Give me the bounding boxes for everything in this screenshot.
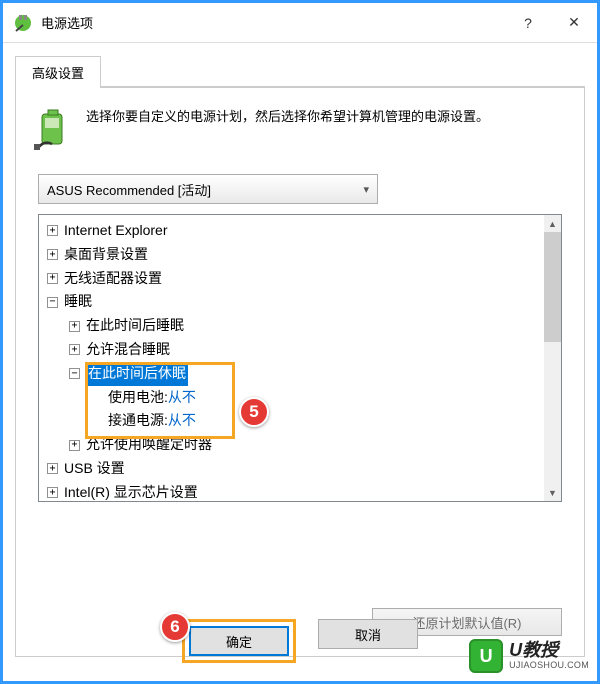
- close-button[interactable]: ✕: [551, 3, 597, 43]
- watermark-brand: U教授: [509, 641, 589, 661]
- tree-leaf-battery[interactable]: 使用电池: 从不: [41, 386, 559, 410]
- expand-icon[interactable]: +: [47, 273, 58, 284]
- tree-node-wake-timers[interactable]: + 允许使用唤醒定时器: [41, 433, 559, 457]
- expand-icon[interactable]: +: [69, 344, 80, 355]
- tree-node-hybrid-sleep[interactable]: + 允许混合睡眠: [41, 338, 559, 362]
- power-plan-select[interactable]: ASUS Recommended [活动] ▾: [38, 174, 378, 204]
- expand-icon[interactable]: +: [69, 440, 80, 451]
- scroll-thumb[interactable]: [544, 232, 561, 342]
- help-button[interactable]: ?: [505, 3, 551, 43]
- annotation-badge-5: 5: [239, 397, 269, 427]
- intro-text: 选择你要自定义的电源计划，然后选择你希望计算机管理的电源设置。: [86, 106, 489, 150]
- tree-node-desktop-bg[interactable]: + 桌面背景设置: [41, 243, 559, 267]
- scroll-up-icon[interactable]: ▲: [544, 215, 561, 232]
- tab-advanced[interactable]: 高级设置: [15, 56, 101, 88]
- expand-icon[interactable]: +: [47, 225, 58, 236]
- scrollbar[interactable]: ▲ ▼: [544, 215, 561, 501]
- expand-icon[interactable]: +: [47, 463, 58, 474]
- collapse-icon[interactable]: −: [47, 297, 58, 308]
- tree-node-intel-graphics[interactable]: + Intel(R) 显示芯片设置: [41, 481, 559, 502]
- tree-node-internet-explorer[interactable]: + Internet Explorer: [41, 219, 559, 243]
- expand-icon[interactable]: +: [69, 321, 80, 332]
- expand-icon[interactable]: +: [47, 249, 58, 260]
- tab-body: 选择你要自定义的电源计划，然后选择你希望计算机管理的电源设置。 ASUS Rec…: [15, 87, 585, 657]
- tree-leaf-plugged[interactable]: 接通电源: 从不: [41, 409, 559, 433]
- power-plan-value: ASUS Recommended [活动]: [47, 180, 211, 199]
- scroll-track[interactable]: [544, 342, 561, 484]
- tree-content: + Internet Explorer + 桌面背景设置 + 无线适配器设置 −…: [39, 215, 561, 502]
- tab-container: 高级设置 选择你要自定义的电源计划，然后选择你希望计算机管理的电源设置。 ASU…: [15, 55, 585, 657]
- tree-node-sleep-after[interactable]: + 在此时间后睡眠: [41, 314, 559, 338]
- tree-node-wireless[interactable]: + 无线适配器设置: [41, 267, 559, 291]
- scroll-down-icon[interactable]: ▼: [544, 484, 561, 501]
- tab-header: 高级设置: [15, 55, 585, 87]
- ok-button[interactable]: 确定: [189, 626, 289, 656]
- intro-row: 选择你要自定义的电源计划，然后选择你希望计算机管理的电源设置。: [34, 106, 566, 150]
- chevron-down-icon: ▾: [363, 183, 369, 196]
- tab-filler: [101, 55, 585, 87]
- cancel-button[interactable]: 取消: [318, 619, 418, 649]
- annotation-highlight-6: 确定: [182, 619, 296, 663]
- titlebar: 电源选项 ? ✕: [3, 3, 597, 43]
- settings-tree: + Internet Explorer + 桌面背景设置 + 无线适配器设置 −…: [38, 214, 562, 502]
- collapse-icon[interactable]: −: [69, 368, 80, 379]
- watermark: U U教授 UJIAOSHOU.COM: [469, 639, 589, 673]
- spacer: [91, 392, 102, 403]
- tree-node-sleep[interactable]: − 睡眠: [41, 290, 559, 314]
- window-title: 电源选项: [41, 13, 505, 32]
- spacer: [91, 416, 102, 427]
- tree-node-hibernate-after[interactable]: − 在此时间后休眠: [41, 362, 559, 386]
- battery-plug-icon: [34, 108, 72, 150]
- expand-icon[interactable]: +: [47, 487, 58, 498]
- watermark-icon: U: [469, 639, 503, 673]
- power-icon: [13, 13, 33, 33]
- tree-node-usb[interactable]: + USB 设置: [41, 457, 559, 481]
- annotation-badge-6: 6: [160, 612, 190, 642]
- watermark-url: UJIAOSHOU.COM: [509, 661, 589, 671]
